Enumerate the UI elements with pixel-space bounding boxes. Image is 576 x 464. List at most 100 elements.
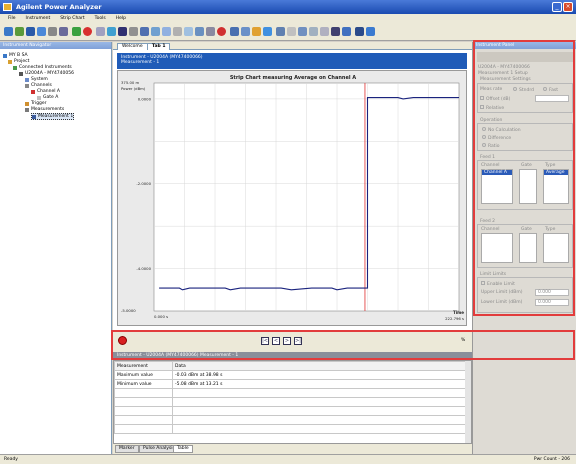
autoscale-icon[interactable]	[309, 27, 318, 36]
upper-limit-field[interactable]: 0.000	[535, 289, 569, 296]
folder-icon	[8, 59, 12, 64]
ccdf-icon[interactable]	[195, 27, 204, 36]
print-icon[interactable]	[48, 27, 57, 36]
row-label: Minimum value	[114, 379, 173, 389]
display-icon[interactable]	[118, 27, 127, 36]
tree-channel-a[interactable]: Channel A	[31, 89, 60, 94]
feed1-channel-list[interactable]: Channel A	[481, 169, 513, 204]
offset-field[interactable]	[535, 95, 569, 102]
zero-icon[interactable]	[252, 27, 261, 36]
radio-ratio[interactable]: Ratio	[482, 143, 500, 149]
run-icon[interactable]	[72, 27, 81, 36]
table-row[interactable]: Maximum value -0.03 dBm at 38.98 s	[114, 370, 471, 380]
tree-system[interactable]: System	[25, 77, 48, 82]
offset-checkbox[interactable]: Offset (dB)	[480, 96, 510, 102]
menu-file[interactable]: File	[8, 16, 16, 23]
y-ticks: 0.0000 -2.0000 -4.0000	[136, 96, 151, 271]
bottom-tabs: Marker Pulse Analysis Table	[113, 444, 472, 454]
radio-fast[interactable]: Fast	[543, 87, 558, 93]
tree-project[interactable]: Project	[8, 59, 29, 64]
enable-limit-checkbox[interactable]: Enable Limit	[481, 281, 515, 287]
record-button[interactable]	[118, 336, 127, 345]
tab-table[interactable]: Table	[173, 445, 193, 453]
radio-no-calculation[interactable]: No Calculation	[482, 127, 521, 133]
tree-gate-a[interactable]: Gate A	[37, 95, 58, 100]
radio-difference[interactable]: Difference	[482, 135, 511, 141]
undo-icon[interactable]	[241, 27, 250, 36]
chart-controls: |< < > >| %	[113, 330, 472, 352]
minimize-icon[interactable]: _	[552, 2, 562, 12]
menu-tools[interactable]: Tools	[95, 16, 106, 23]
trace-icon[interactable]	[107, 27, 116, 36]
y-axis-label: Power (dBm)	[121, 86, 146, 91]
next-button[interactable]: >	[283, 337, 291, 345]
tree-channels[interactable]: Channels	[25, 83, 52, 88]
first-button[interactable]: |<	[261, 337, 269, 345]
monitor-icon[interactable]	[355, 27, 364, 36]
tree-connected-instruments[interactable]: Connected Instruments	[13, 65, 72, 70]
tree-trigger[interactable]: Trigger	[25, 101, 47, 106]
tree-root[interactable]: MY B SA	[3, 53, 28, 58]
menu-bar: File Instrument Strip Chart Tools Help	[0, 14, 576, 23]
feed1-type-selected[interactable]: Average	[544, 170, 568, 175]
calibrate-icon[interactable]	[263, 27, 272, 36]
tab-tab-1[interactable]: Tab 1	[147, 43, 171, 50]
stat-icon[interactable]	[184, 27, 193, 36]
tab-welcome[interactable]: Welcome	[117, 43, 148, 50]
menu-help[interactable]: Help	[116, 16, 126, 23]
prev-button[interactable]: <	[272, 337, 280, 345]
row-label: Maximum value	[114, 370, 173, 380]
zoom-icon[interactable]	[276, 27, 285, 36]
tree-instrument[interactable]: U2004A - MY4740056	[19, 71, 74, 76]
radio-stndrd[interactable]: Stndrd	[513, 87, 534, 93]
pan-icon[interactable]	[298, 27, 307, 36]
instrument-icon[interactable]	[26, 27, 35, 36]
new-icon[interactable]	[4, 27, 13, 36]
layout-icon[interactable]	[342, 27, 351, 36]
menu-strip-chart[interactable]: Strip Chart	[60, 16, 84, 23]
tab-marker[interactable]: Marker	[115, 445, 139, 453]
add-measurement-icon[interactable]	[230, 27, 239, 36]
app-icon	[3, 3, 12, 11]
chart-title: Strip Chart measuring Average on Channel…	[230, 75, 356, 81]
single-icon[interactable]	[96, 27, 105, 36]
marker-add-icon[interactable]	[320, 27, 329, 36]
close-icon[interactable]: ×	[563, 2, 573, 12]
tree-measurements[interactable]: Measurements	[25, 107, 64, 112]
feed1-channel-selected[interactable]: Channel A	[482, 170, 512, 175]
sensor-icon	[19, 71, 23, 76]
grid-icon[interactable]	[129, 27, 138, 36]
record-icon[interactable]	[217, 27, 226, 36]
feed2-channel-list[interactable]	[481, 233, 513, 263]
table-scrollbar[interactable]	[465, 361, 471, 443]
tree-measurement-1[interactable]: Measurement 1	[31, 113, 75, 120]
pulse-icon[interactable]	[151, 27, 160, 36]
feed2-gate-list[interactable]	[519, 233, 537, 263]
table-row[interactable]: Minimum value -5.08 dBm at 13.21 s	[114, 379, 471, 389]
lower-limit-field[interactable]: 0.000	[535, 299, 569, 306]
strip-chart-icon[interactable]	[140, 27, 149, 36]
row-value: -0.03 dBm at 38.98 s	[172, 370, 471, 380]
strip-chart[interactable]: Strip Chart measuring Average on Channel…	[117, 70, 467, 326]
title-bar: Agilent Power Analyzer	[0, 0, 576, 14]
table-icon[interactable]	[173, 27, 182, 36]
split-icon[interactable]	[331, 27, 340, 36]
save-icon[interactable]	[37, 27, 46, 36]
feed2-type-list[interactable]	[543, 233, 569, 263]
trace-chart-icon[interactable]	[162, 27, 171, 36]
last-button[interactable]: >|	[294, 337, 302, 345]
marker-icon[interactable]	[206, 27, 215, 36]
connect-icon[interactable]	[15, 27, 24, 36]
feed1-type-list[interactable]: Average	[543, 169, 569, 204]
relative-checkbox[interactable]: Relative	[480, 105, 504, 111]
help-icon[interactable]	[366, 27, 375, 36]
row-value: -5.08 dBm at 13.21 s	[172, 379, 471, 389]
menu-instrument[interactable]: Instrument	[26, 16, 51, 23]
feed1-gate-list[interactable]	[519, 169, 537, 204]
export-icon[interactable]	[59, 27, 68, 36]
zoom-out-icon[interactable]	[287, 27, 296, 36]
feed2-col-gate: Gate	[521, 227, 532, 232]
stop-icon[interactable]	[83, 27, 92, 36]
measurements-icon	[25, 107, 29, 112]
x-right-label: 222.796 s	[445, 316, 464, 321]
